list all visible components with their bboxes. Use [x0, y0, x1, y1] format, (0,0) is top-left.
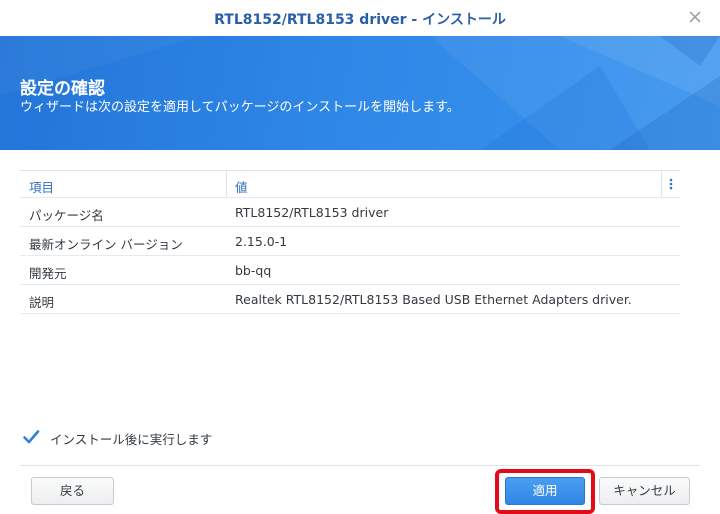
row-value: RTL8152/RTL8153 driver	[235, 205, 389, 220]
column-menu-button[interactable]	[666, 176, 676, 192]
vertical-dots-icon	[669, 178, 673, 190]
table-row[interactable]: 開発元 bb-qq	[20, 256, 680, 285]
row-value: bb-qq	[235, 263, 272, 278]
checkmark-icon	[23, 430, 40, 444]
table-header: 項目 値	[20, 171, 680, 198]
column-divider[interactable]	[226, 171, 227, 197]
title-bar: RTL8152/RTL8153 driver - インストール	[0, 0, 720, 36]
row-key: 最新オンライン バージョン	[29, 237, 183, 252]
page-subtitle: ウィザードは次の設定を適用してパッケージのインストールを開始します。	[20, 100, 460, 115]
column-divider[interactable]	[661, 171, 662, 197]
apply-button[interactable]: 適用	[505, 477, 585, 505]
cancel-button[interactable]: キャンセル	[599, 477, 690, 505]
run-after-install-label[interactable]: インストール後に実行します	[50, 429, 212, 448]
row-value: 2.15.0-1	[235, 234, 288, 249]
row-value: Realtek RTL8152/RTL8153 Based USB Ethern…	[235, 292, 632, 307]
row-key: 開発元	[29, 266, 67, 281]
table-row[interactable]: パッケージ名 RTL8152/RTL8153 driver	[20, 198, 680, 227]
row-key: 説明	[29, 295, 55, 310]
banner-pattern	[0, 36, 720, 150]
table-row[interactable]: 最新オンライン バージョン 2.15.0-1	[20, 227, 680, 256]
row-key: パッケージ名	[29, 208, 104, 223]
column-header-item[interactable]: 項目	[29, 177, 54, 196]
run-after-install-checkbox[interactable]	[22, 428, 40, 446]
settings-table: 項目 値 パッケージ名 RTL8152/RTL8153 driver 最新オンラ…	[20, 170, 680, 314]
header-banner: 設定の確認 ウィザードは次の設定を適用してパッケージのインストールを開始します。	[0, 36, 720, 150]
column-header-value[interactable]: 値	[235, 177, 248, 196]
close-button[interactable]	[684, 6, 706, 28]
footer-divider	[20, 465, 700, 466]
install-dialog: RTL8152/RTL8153 driver - インストール 設定の確認 ウィ…	[0, 0, 720, 514]
window-title: RTL8152/RTL8153 driver - インストール	[214, 12, 506, 28]
back-button[interactable]: 戻る	[31, 477, 114, 505]
close-icon	[689, 11, 701, 23]
table-row[interactable]: 説明 Realtek RTL8152/RTL8153 Based USB Eth…	[20, 285, 680, 314]
